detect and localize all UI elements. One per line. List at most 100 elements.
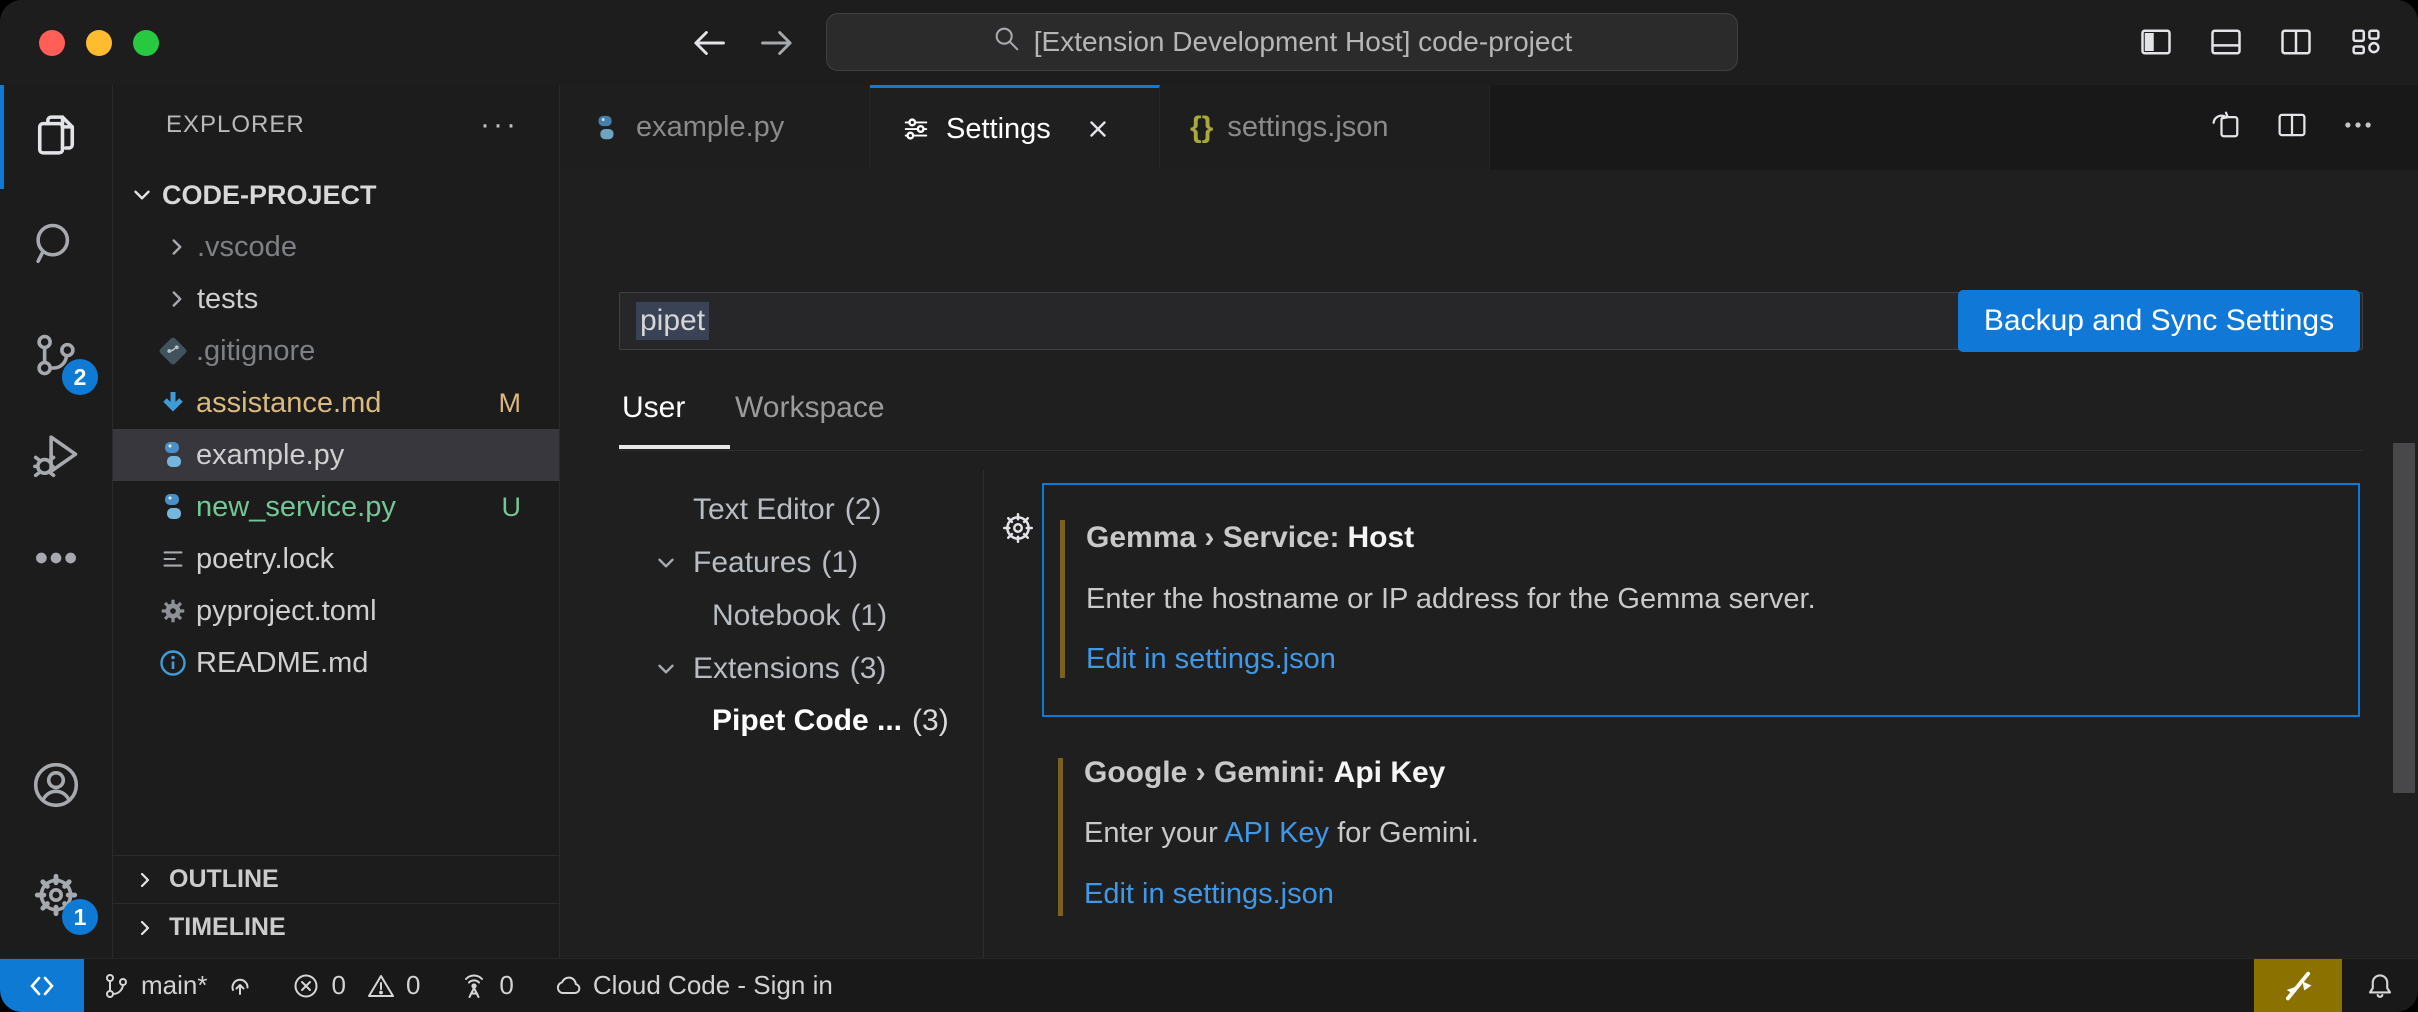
setting-name: Host	[1347, 521, 1414, 554]
toml-gear-file-icon	[156, 594, 190, 628]
backup-sync-settings-button[interactable]: Backup and Sync Settings	[1958, 290, 2360, 352]
outline-section-header[interactable]: OUTLINE	[113, 855, 559, 903]
scope-tab-workspace[interactable]: Workspace	[735, 391, 885, 425]
tab-settings[interactable]: Settings	[870, 85, 1160, 170]
minimize-window-button[interactable]	[86, 30, 112, 56]
window-controls	[39, 30, 159, 56]
chevron-right-icon	[133, 916, 157, 940]
manage-badge: 1	[62, 899, 98, 935]
warnings-icon	[365, 970, 397, 1002]
explorer-sidebar: EXPLORER ··· CODE-PROJECT .vscode tests …	[112, 85, 560, 958]
toggle-secondary-sidebar-icon[interactable]	[2278, 24, 2314, 65]
open-changes-icon[interactable]	[2208, 107, 2244, 148]
toggle-panel-icon[interactable]	[2208, 24, 2244, 65]
modified-indicator	[1060, 520, 1065, 678]
settings-toc: Text Editor (2) Features (1) Notebook (1…	[560, 470, 983, 958]
radio-tower-icon	[458, 970, 490, 1002]
run-debug-view-icon[interactable]	[0, 405, 112, 505]
chevron-right-icon	[164, 234, 190, 260]
python-file-icon	[156, 490, 190, 524]
tree-item-new-service-py[interactable]: new_service.py U	[113, 481, 559, 533]
title-bar: [Extension Development Host] code-projec…	[0, 0, 2418, 85]
tree-item-pyproject-toml[interactable]: pyproject.toml	[113, 585, 559, 637]
remote-indicator[interactable]	[0, 959, 84, 1012]
source-control-badge: 2	[62, 359, 98, 395]
git-status-badge: U	[502, 492, 522, 523]
explorer-more-actions-icon[interactable]: ···	[480, 108, 519, 142]
toc-item-text-editor[interactable]: Text Editor (2)	[560, 484, 983, 536]
ai-disabled-status[interactable]	[2254, 959, 2342, 1012]
chevron-right-icon	[164, 286, 190, 312]
chevron-down-icon	[653, 550, 679, 576]
explorer-view-icon[interactable]	[0, 85, 112, 185]
settings-sliders-icon	[900, 113, 932, 145]
git-branch-item[interactable]: main*	[100, 970, 256, 1002]
toc-item-pipet-code[interactable]: Pipet Code ... (3)	[560, 695, 983, 747]
setting-name: Api Key	[1334, 756, 1446, 789]
settings-scope-tabs: User Workspace	[619, 365, 2363, 451]
chevron-down-icon	[129, 182, 155, 208]
settings-scrollbar-thumb[interactable]	[2393, 443, 2415, 793]
tree-item-vscode[interactable]: .vscode	[113, 221, 559, 273]
modified-indicator	[1058, 758, 1063, 916]
tree-item-example-py[interactable]: example.py	[113, 429, 559, 481]
explorer-title: EXPLORER	[166, 111, 305, 139]
toc-item-features[interactable]: Features (1)	[560, 537, 983, 589]
scope-tab-user[interactable]: User	[622, 391, 685, 425]
activity-bar: 2 1	[0, 85, 112, 958]
back-arrow-icon[interactable]	[688, 22, 730, 69]
tree-item-assistance-md[interactable]: assistance.md M	[113, 377, 559, 429]
tree-item-poetry-lock[interactable]: poetry.lock	[113, 533, 559, 585]
problems-item[interactable]: 0 0	[290, 970, 420, 1002]
additional-views-icon[interactable]	[0, 508, 112, 608]
tab-bar: example.py Settings {} settings.json	[560, 85, 2418, 170]
timeline-section-header[interactable]: TIMELINE	[113, 903, 559, 951]
git-branch-icon	[100, 970, 132, 1002]
toc-item-extensions[interactable]: Extensions (3)	[560, 643, 983, 695]
source-control-view-icon[interactable]: 2	[0, 305, 112, 405]
command-center[interactable]: [Extension Development Host] code-projec…	[826, 13, 1738, 71]
accounts-icon[interactable]	[0, 735, 112, 835]
zoom-window-button[interactable]	[133, 30, 159, 56]
git-status-badge: M	[499, 388, 522, 419]
split-editor-icon[interactable]	[2274, 107, 2310, 148]
more-actions-icon[interactable]	[2340, 107, 2376, 148]
info-file-icon	[156, 646, 190, 680]
command-center-title: [Extension Development Host] code-projec…	[1034, 26, 1573, 58]
manage-gear-icon[interactable]: 1	[0, 845, 112, 945]
tab-example-py[interactable]: example.py	[560, 85, 870, 170]
edit-in-settings-json-link[interactable]: Edit in settings.json	[1084, 878, 1334, 911]
search-icon	[992, 24, 1022, 61]
sparkle-slash-icon	[2280, 968, 2316, 1004]
setting-entry-gemma-service-host[interactable]: Gemma › Service:Host Enter the hostname …	[1042, 483, 2360, 717]
api-key-link[interactable]: API Key	[1224, 817, 1329, 849]
cloud-icon	[552, 970, 584, 1002]
forward-arrow-icon[interactable]	[756, 22, 798, 69]
errors-icon	[290, 970, 322, 1002]
toc-resize-sash[interactable]	[983, 470, 984, 958]
tree-item-gitignore[interactable]: .gitignore	[113, 325, 559, 377]
tree-item-tests[interactable]: tests	[113, 273, 559, 325]
sync-changes-icon[interactable]	[224, 970, 256, 1002]
close-window-button[interactable]	[39, 30, 65, 56]
close-tab-icon[interactable]	[1085, 116, 1111, 142]
ports-item[interactable]: 0	[458, 970, 513, 1002]
lock-file-icon	[156, 542, 190, 576]
toc-item-notebook[interactable]: Notebook (1)	[560, 590, 983, 642]
settings-editor: pipet 6 Settings Found User Workspace Ba…	[560, 170, 2418, 958]
setting-entry-google-gemini-api-key[interactable]: Google › Gemini:Api Key Enter your API K…	[1042, 725, 2360, 935]
cloud-code-item[interactable]: Cloud Code - Sign in	[552, 970, 833, 1002]
customize-layout-icon[interactable]	[2348, 24, 2384, 65]
tab-settings-json[interactable]: {} settings.json	[1160, 85, 1490, 170]
json-file-icon: {}	[1190, 111, 1213, 145]
editor-area: example.py Settings {} settings.json pip…	[560, 85, 2418, 958]
setting-manage-gear-icon[interactable]	[998, 508, 1038, 548]
search-view-icon[interactable]	[0, 195, 112, 295]
edit-in-settings-json-link[interactable]: Edit in settings.json	[1086, 643, 1336, 676]
markdown-file-icon	[156, 386, 190, 420]
notifications-item[interactable]	[2342, 959, 2418, 1012]
tree-root-code-project[interactable]: CODE-PROJECT	[113, 169, 559, 221]
setting-category: Gemma › Service:	[1086, 521, 1339, 554]
tree-item-readme-md[interactable]: README.md	[113, 637, 559, 689]
toggle-primary-sidebar-icon[interactable]	[2138, 24, 2174, 65]
